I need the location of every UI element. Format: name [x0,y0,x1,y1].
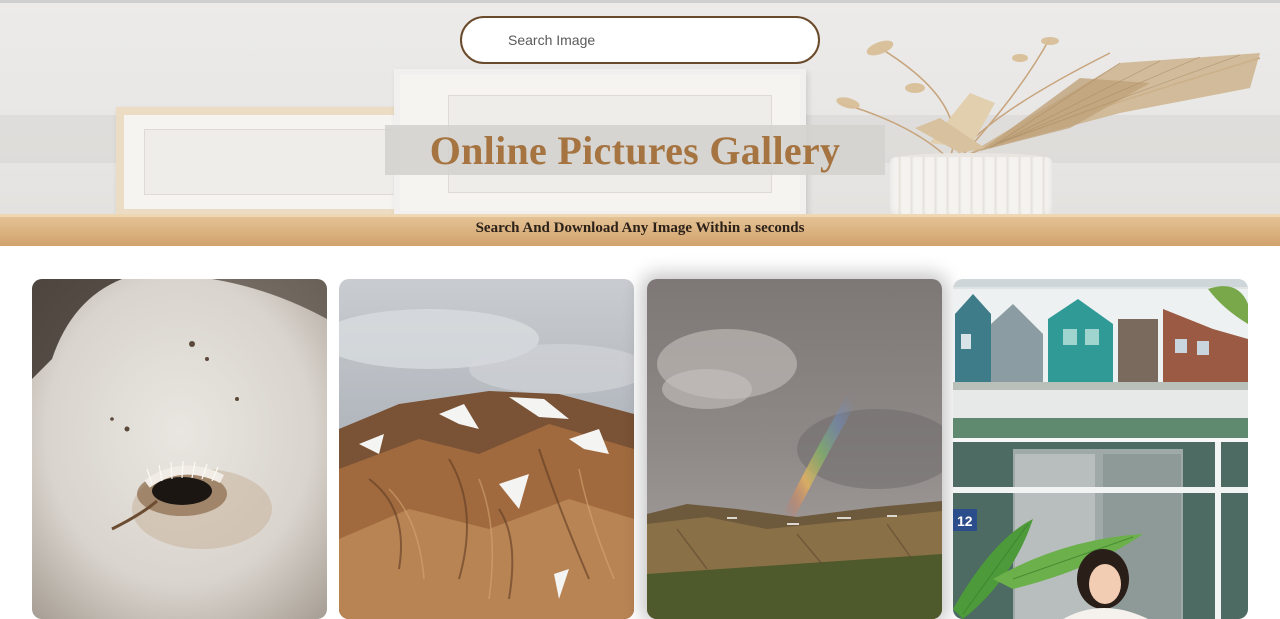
gallery-image-rainbow[interactable] [647,279,942,619]
image-gallery: 12 [0,279,1280,619]
page-title: Online Pictures Gallery [429,127,841,173]
dried-plant-decoration [836,37,1261,159]
search-box[interactable] [460,16,820,64]
title-banner: Online Pictures Gallery [385,125,885,175]
search-input[interactable] [508,26,798,54]
hero-banner: Online Pictures Gallery Search And Downl… [0,0,1280,246]
gallery-image-woman-leaf[interactable]: 12 [953,279,1248,619]
gallery-image-horse-eye[interactable] [32,279,327,619]
horse-eye-image [32,279,327,619]
gallery-image-mountains[interactable] [339,279,634,619]
rainbow-image [647,279,942,619]
page-subtitle: Search And Download Any Image Within a s… [475,220,805,236]
woman-leaf-image: 12 [953,279,1248,619]
mountains-image [339,279,634,619]
svg-text:12: 12 [957,513,973,529]
shelf-edge [0,214,1280,217]
